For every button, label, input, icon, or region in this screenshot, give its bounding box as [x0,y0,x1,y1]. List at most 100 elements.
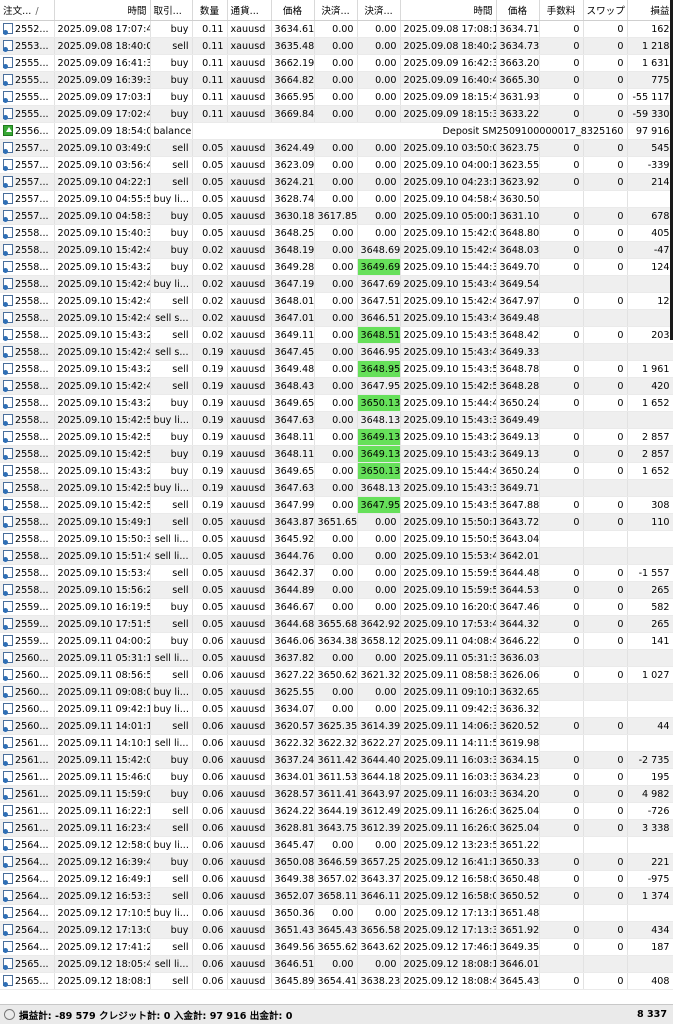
table-row[interactable]: 2558... 2025.09.10 15:42:54 sell 0.19 xauusd… [0,496,673,514]
close-price: 3634.20 [496,785,540,803]
column-header-label: 通貨... [230,6,259,17]
close-price: 3636.03 [496,649,540,667]
table-row[interactable]: 2558... 2025.09.10 15:43:27 sell 0.02 xauusd… [0,326,673,344]
table-row[interactable]: 2557... 2025.09.10 04:22:16 sell 0.05 xauusd… [0,173,673,191]
order-id: 2561... [15,806,49,817]
table-row[interactable]: 2565... 2025.09.12 18:05:45 sell li... 0.06… [0,955,673,973]
table-row[interactable]: 2558... 2025.09.10 15:42:44 sell 0.02 xauusd… [0,292,673,310]
open-time: 2025.09.10 15:42:48 [54,343,151,361]
open-price: 3648.25 [271,224,315,242]
order-id: 2564... [15,891,49,902]
table-row[interactable]: 2558... 2025.09.10 15:42:44 buy li... 0.02 x… [0,275,673,293]
table-row[interactable]: 2558... 2025.09.10 15:42:53 buy li... 0.19 x… [0,411,673,429]
table-row[interactable]: 2559... 2025.09.10 17:51:54 sell 0.05 xauusd… [0,615,673,633]
column-header-3[interactable]: 数量 [192,0,228,21]
table-row[interactable]: 2553... 2025.09.08 18:40:07 sell 0.11 xauusd… [0,37,673,55]
table-row[interactable]: 2558... 2025.09.10 15:42:44 sell s... 0.02 x… [0,309,673,327]
table-row[interactable]: 2557... 2025.09.10 04:55:50 buy li... 0.05 x… [0,190,673,208]
table-row[interactable]: 2561... 2025.09.11 15:59:03 buy 0.06 xauusd 3… [0,785,673,803]
table-row[interactable]: 2560... 2025.09.11 08:56:51 sell 0.06 xauusd… [0,666,673,684]
table-row[interactable]: 2558... 2025.09.10 15:43:28 sell 0.19 xauusd… [0,360,673,378]
order-id: 2558... [15,500,49,511]
volume: 0.05 [192,190,228,208]
table-row[interactable]: 2558... 2025.09.10 15:40:35 buy 0.05 xauusd 3… [0,224,673,242]
table-row[interactable]: 2561... 2025.09.11 16:23:41 sell 0.06 xauusd… [0,819,673,837]
table-row[interactable]: 2564... 2025.09.12 17:10:57 buy li... 0.06 x… [0,904,673,922]
table-row[interactable]: 2558... 2025.09.10 15:50:38 sell li... 0.05… [0,530,673,548]
table-row[interactable]: 2558... 2025.09.10 15:42:53 buy 0.19 xauusd 3… [0,428,673,446]
table-row[interactable]: 2558... 2025.09.10 15:42:43 buy 0.02 xauusd 3… [0,241,673,259]
close-time: 2025.09.10 15:43:50 [400,360,497,378]
table-row[interactable]: 2558... 2025.09.10 15:49:19 sell 0.05 xauusd… [0,513,673,531]
table-row[interactable]: 2555... 2025.09.09 16:41:37 buy 0.11 xauusd 3… [0,54,673,72]
stop-loss: 0.00 [314,564,358,582]
table-row[interactable]: 2560... 2025.09.11 09:08:06 buy li... 0.05 x… [0,683,673,701]
table-row[interactable]: 2564... 2025.09.12 16:49:12 sell 0.06 xauusd… [0,870,673,888]
column-header-1[interactable]: 時間 [54,0,151,21]
trade-type: buy [150,71,193,89]
table-row[interactable]: 2555... 2025.09.09 17:02:45 buy 0.11 xauusd 3… [0,105,673,123]
table-row[interactable]: 2565... 2025.09.12 18:08:12 sell 0.06 xauusd… [0,972,673,990]
table-row[interactable]: 2561... 2025.09.11 15:42:04 buy 0.06 xauusd 3… [0,751,673,769]
table-row[interactable]: 2561... 2025.09.11 15:46:07 buy 0.06 xauusd 3… [0,768,673,786]
volume: 0.19 [192,428,228,446]
table-row[interactable]: 2560... 2025.09.11 09:42:17 buy li... 0.05 x… [0,700,673,718]
column-header-5[interactable]: 価格 [271,0,315,21]
table-row[interactable]: 2564... 2025.09.12 16:39:44 buy 0.06 xauusd 3… [0,853,673,871]
table-row[interactable]: 2557... 2025.09.10 03:49:08 sell 0.05 xauusd… [0,139,673,157]
take-profit: 3643.97 [357,785,401,803]
table-row[interactable]: 2558... 2025.09.10 15:42:49 sell 0.19 xauusd… [0,377,673,395]
symbol: xauusd [227,632,272,650]
table-row[interactable]: 2557... 2025.09.10 04:58:38 buy 0.05 xauusd 3… [0,207,673,225]
table-row[interactable]: 2558... 2025.09.10 15:53:40 sell 0.05 xauusd… [0,564,673,582]
table-row[interactable]: 2558... 2025.09.10 15:42:48 sell s... 0.19 x… [0,343,673,361]
table-row[interactable]: 2561... 2025.09.11 16:22:11 sell 0.06 xauusd… [0,802,673,820]
table-row[interactable]: 2558... 2025.09.10 15:43:28 buy 0.19 xauusd 3… [0,394,673,412]
table-row[interactable]: 2552... 2025.09.08 17:07:40 buy 0.11 xauusd 3… [0,20,673,38]
open-time: 2025.09.10 15:43:28 [54,360,151,378]
table-row[interactable]: 2564... 2025.09.12 17:41:22 sell 0.06 xauusd… [0,938,673,956]
commission: 0 [539,20,584,38]
table-row[interactable]: 2560... 2025.09.11 05:31:15 sell li... 0.05… [0,649,673,667]
table-row[interactable]: 2558... 2025.09.10 15:43:27 buy 0.02 xauusd 3… [0,258,673,276]
table-row[interactable]: 2559... 2025.09.11 04:00:23 buy 0.06 xauusd 3… [0,632,673,650]
table-row[interactable]: 2564... 2025.09.12 16:53:39 sell 0.06 xauusd… [0,887,673,905]
symbol: xauusd [227,411,272,429]
table-row[interactable]: 2560... 2025.09.11 14:01:10 sell 0.06 xauusd… [0,717,673,735]
open-price: 3644.76 [271,547,315,565]
table-row[interactable]: 2558... 2025.09.10 15:43:28 buy 0.19 xauusd 3… [0,462,673,480]
column-header-4[interactable]: 通貨... [227,0,272,21]
column-header-2[interactable]: 取引... [150,0,193,21]
trade-type: sell [150,139,193,157]
table-row[interactable]: 2558... 2025.09.10 15:51:49 sell li... 0.05… [0,547,673,565]
column-header-9[interactable]: 価格 [496,0,540,21]
column-header-8[interactable]: 時間 [400,0,497,21]
close-time: 2025.09.11 09:10:14 [400,683,497,701]
profit-loss: 214 [627,173,673,191]
table-row[interactable]: 2556... 2025.09.09 18:54:05 balance Deposit… [0,122,673,140]
table-row[interactable]: 2557... 2025.09.10 03:56:42 sell 0.05 xauusd… [0,156,673,174]
column-header-6[interactable]: 決済... [314,0,358,21]
take-profit: 0.00 [357,190,401,208]
close-time: 2025.09.10 03:50:08 [400,139,497,157]
column-header-0[interactable]: 注文... / [0,0,55,21]
table-row[interactable]: 2558... 2025.09.10 15:42:54 buy li... 0.19 x… [0,479,673,497]
column-header-7[interactable]: 決済... [357,0,401,21]
trade-type: buy li... [150,275,193,293]
table-row[interactable]: 2558... 2025.09.10 15:56:24 sell 0.05 xauusd… [0,581,673,599]
stop-loss: 3625.35 [314,717,358,735]
column-header-10[interactable]: 手数料 [539,0,584,21]
column-header-12[interactable]: 損益 [627,0,673,21]
symbol: xauusd [227,190,272,208]
stop-loss: 0.00 [314,649,358,667]
close-price: 3649.33 [496,343,540,361]
table-row[interactable]: 2555... 2025.09.09 16:39:33 buy 0.11 xauusd 3… [0,71,673,89]
table-row[interactable]: 2564... 2025.09.12 17:13:09 buy 0.06 xauusd 3… [0,921,673,939]
table-row[interactable]: 2564... 2025.09.12 12:58:09 buy li... 0.06 x… [0,836,673,854]
swap [583,530,628,548]
table-row[interactable]: 2561... 2025.09.11 14:10:15 sell li... 0.06… [0,734,673,752]
table-row[interactable]: 2559... 2025.09.10 16:19:54 buy 0.05 xauusd 3… [0,598,673,616]
table-row[interactable]: 2558... 2025.09.10 15:42:53 buy 0.19 xauusd 3… [0,445,673,463]
column-header-11[interactable]: スワップ [583,0,628,21]
table-row[interactable]: 2555... 2025.09.09 17:03:18 buy 0.11 xauusd 3… [0,88,673,106]
